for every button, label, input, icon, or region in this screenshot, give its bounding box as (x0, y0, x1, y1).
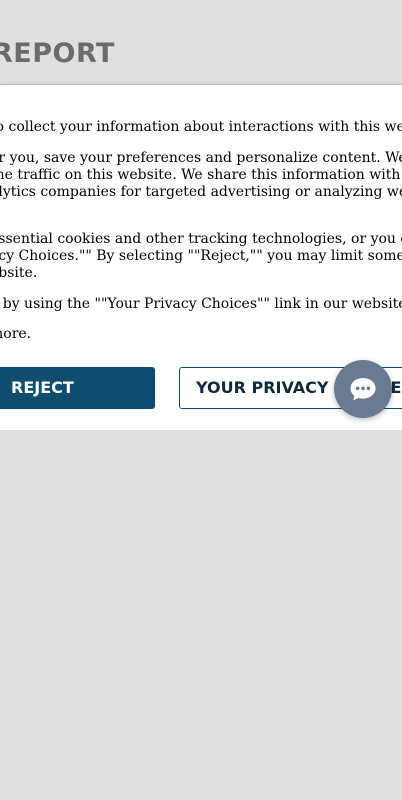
chat-button[interactable] (334, 360, 392, 418)
consent-text-line: ebsite. (0, 265, 38, 281)
consent-text-line: acy Choices."" By selecting ""Reject,"" … (0, 248, 402, 264)
reject-button[interactable]: REJECT (0, 367, 155, 409)
learn-more-text: more. (0, 326, 32, 342)
consent-text-line: to collect your information about intera… (0, 119, 402, 135)
chat-bubble-icon (349, 376, 377, 402)
consent-text-line: alytics companies for targeted advertisi… (0, 184, 402, 200)
consent-text-line: essential cookies and other tracking tec… (0, 231, 402, 247)
consent-text-line: e by using the ""Your Privacy Choices"" … (0, 296, 402, 312)
page-title: REPORT (0, 38, 115, 69)
consent-text-line: or you, save your preferences and person… (0, 150, 402, 166)
consent-text-line: the traffic on this website. We share th… (0, 167, 402, 183)
page: REPORT to collect your information about… (0, 0, 402, 800)
